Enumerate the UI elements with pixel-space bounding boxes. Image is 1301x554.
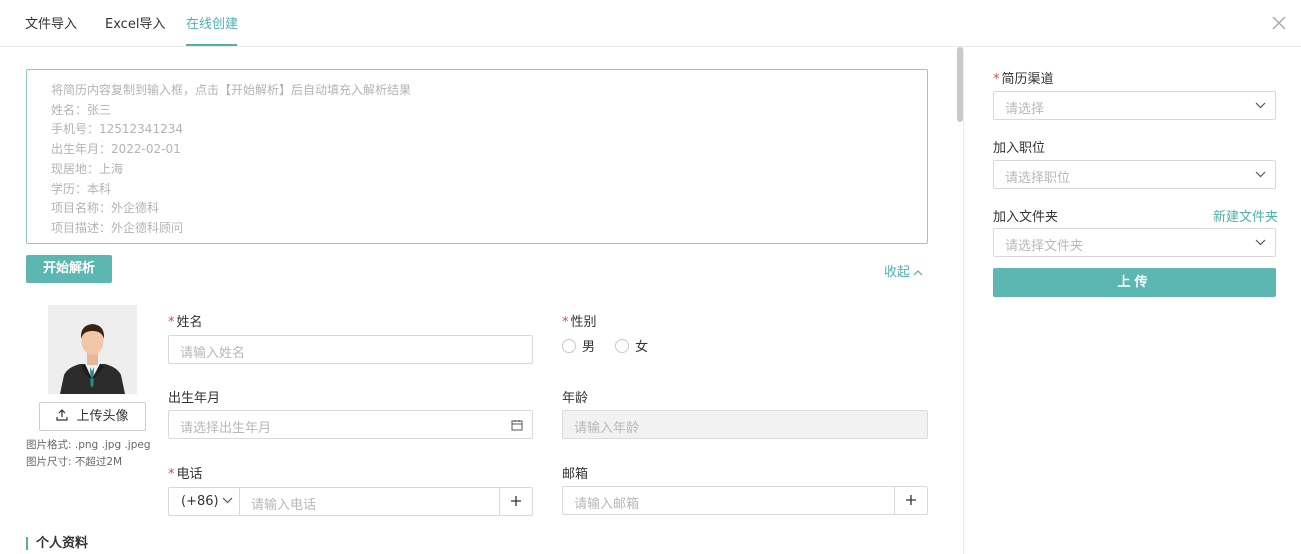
phone-label-text: 电话 [176, 467, 203, 482]
gender-radio-group: 男 女 [562, 336, 664, 355]
chevron-down-icon [222, 497, 233, 504]
age-input[interactable]: 请输入年龄 [562, 410, 928, 439]
phone-placeholder[interactable]: 请输入电话 [251, 494, 316, 513]
paste-hint-line: 项目名称：外企德科 [51, 201, 160, 216]
email-label: 邮箱 [562, 467, 589, 482]
folder-select[interactable]: 请选择文件夹 [993, 228, 1276, 257]
plus-icon [906, 495, 916, 505]
channel-label-text: 简历渠道 [1001, 72, 1054, 87]
personal-info-section-title: 个人资料 [26, 537, 88, 550]
age-placeholder: 请输入年龄 [574, 421, 640, 436]
tab-bar: 文件导入 Excel导入 在线创建 [0, 0, 1301, 47]
phone-label: * 电话 [168, 463, 203, 482]
paste-hint-line: 现居地：上海 [51, 161, 124, 176]
add-phone-button[interactable] [499, 488, 532, 515]
paste-hint-line: 学历：本科 [51, 181, 112, 196]
gender-label-text: 性别 [570, 315, 597, 330]
position-label: 加入职位 [993, 141, 1046, 156]
upload-settings-panel: * 简历渠道 请选择 加入职位 请选择职位 加入文件夹 新建文件夹 请选择文件夹 … [965, 47, 1301, 554]
gender-label: * 性别 [562, 311, 597, 330]
position-select[interactable]: 请选择职位 [993, 160, 1276, 189]
phone-prefix-value: (+86) [181, 494, 219, 509]
gender-female-label: 女 [635, 340, 649, 355]
required-mark: * [168, 315, 175, 330]
phone-input-group: (+86) 请输入电话 [168, 487, 533, 516]
birth-label: 出生年月 [168, 391, 221, 406]
paste-hint-line: 手机号：12512341234 [51, 122, 183, 137]
gender-male-radio[interactable] [562, 339, 576, 353]
required-mark: * [993, 72, 1000, 87]
paste-hint-line: 姓名：张三 [51, 102, 112, 117]
required-mark: * [562, 315, 569, 330]
gender-female-radio[interactable] [615, 339, 630, 353]
calendar-icon [511, 420, 523, 431]
chevron-down-icon [1255, 239, 1266, 246]
upload-icon [56, 409, 69, 421]
upload-avatar-button[interactable]: 上传头像 [39, 402, 146, 431]
chevron-up-icon [913, 269, 923, 275]
default-avatar-icon [60, 324, 125, 394]
age-label: 年龄 [562, 391, 589, 406]
new-folder-link[interactable]: 新建文件夹 [1213, 206, 1278, 225]
channel-label: * 简历渠道 [993, 68, 1054, 87]
collapse-link[interactable]: 收起 [884, 261, 923, 280]
plus-icon [511, 496, 521, 506]
name-label-text: 姓名 [176, 315, 203, 330]
gender-male-label: 男 [582, 340, 596, 355]
name-input[interactable]: 请输入姓名 [168, 335, 533, 364]
email-placeholder[interactable]: 请输入邮箱 [574, 493, 639, 512]
resume-paste-textarea[interactable]: 将简历内容复制到输入框，点击【开始解析】后自动填充入解析结果 姓名：张三 手机号… [26, 69, 928, 244]
tab-file-import[interactable]: 文件导入 [25, 13, 77, 32]
tab-excel-import[interactable]: Excel导入 [105, 13, 165, 32]
birth-placeholder: 请选择出生年月 [180, 421, 272, 436]
chevron-down-icon [1255, 102, 1266, 109]
name-label: * 姓名 [168, 311, 203, 330]
position-placeholder: 请选择职位 [1005, 171, 1071, 186]
start-parse-button[interactable]: 开始解析 [26, 255, 112, 283]
upload-avatar-label: 上传头像 [76, 409, 129, 424]
birth-date-picker[interactable]: 请选择出生年月 [168, 410, 533, 439]
folder-placeholder: 请选择文件夹 [1005, 239, 1084, 254]
email-input-group: 请输入邮箱 [562, 486, 928, 515]
resume-channel-select[interactable]: 请选择 [993, 91, 1276, 120]
phone-country-code-select[interactable]: (+86) [169, 488, 240, 515]
chevron-down-icon [1255, 171, 1266, 178]
folder-label: 加入文件夹 [993, 210, 1059, 225]
online-create-form-panel: 将简历内容复制到输入框，点击【开始解析】后自动填充入解析结果 姓名：张三 手机号… [0, 47, 964, 554]
upload-button[interactable]: 上传 [993, 268, 1276, 297]
tab-online-create[interactable]: 在线创建 [186, 13, 238, 32]
avatar [48, 305, 137, 394]
avatar-format-note: 图片格式: .png .jpg .jpeg 图片尺寸: 不超过2M [26, 439, 151, 468]
scrollbar-thumb[interactable] [957, 47, 963, 122]
active-tab-indicator [186, 44, 237, 46]
paste-hint-line: 出生年月：2022-02-01 [51, 142, 181, 157]
close-icon[interactable] [1270, 14, 1288, 32]
paste-hint-line: 项目描述：外企德科顾问 [51, 220, 184, 235]
channel-placeholder: 请选择 [1005, 102, 1045, 117]
required-mark: * [168, 467, 175, 482]
collapse-label: 收起 [884, 265, 911, 280]
paste-hint-line: 将简历内容复制到输入框，点击【开始解析】后自动填充入解析结果 [51, 83, 412, 97]
name-placeholder: 请输入姓名 [180, 346, 246, 361]
add-email-button[interactable] [894, 487, 927, 514]
